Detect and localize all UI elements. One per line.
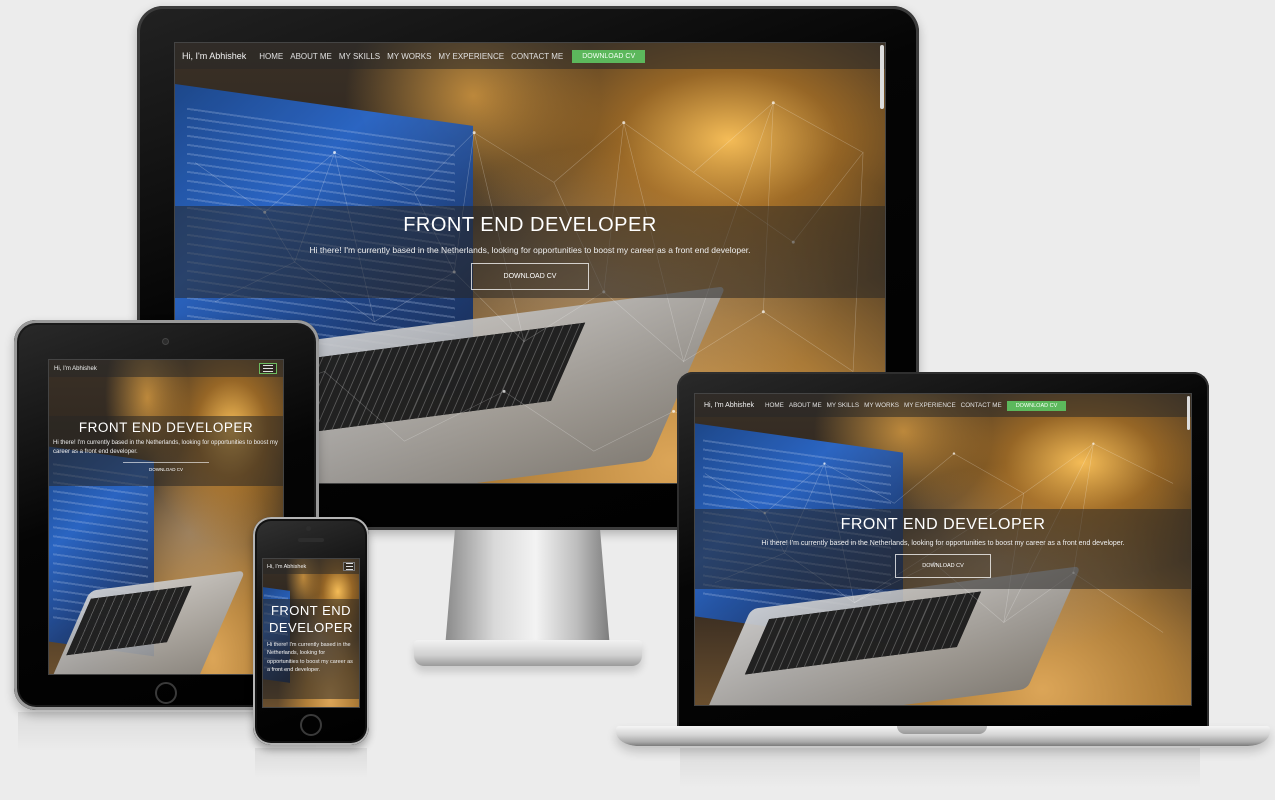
laptop-screen: Hi, I'm Abhishek HOME ABOUT ME MY SKILLS… [694, 393, 1192, 706]
hero-banner: FRONT END DEVELOPER Hi there! I'm curren… [263, 599, 359, 699]
nav-my-skills[interactable]: MY SKILLS [339, 52, 380, 61]
nav-about-me[interactable]: ABOUT ME [789, 402, 822, 409]
hero-title: FRONT END DEVELOPER [403, 214, 657, 236]
hamburger-line [263, 365, 273, 366]
hero-banner: FRONT END DEVELOPER Hi there! I'm curren… [49, 416, 283, 486]
monitor-stand [445, 530, 610, 648]
hamburger-line [345, 563, 353, 564]
tablet-camera [162, 338, 169, 345]
brand-name[interactable]: Hi, I'm Abhishek [182, 51, 246, 61]
tablet-screen: Hi, I'm Abhishek FRONT END DEVELOPER Hi … [48, 359, 284, 675]
hero-subtitle: Hi there! I'm currently based in the Net… [267, 641, 353, 674]
phone-camera [306, 526, 311, 531]
hero-download-cv-button[interactable]: DOWNLOAD CV [895, 554, 991, 578]
hamburger-line [345, 569, 353, 570]
scrollbar[interactable] [1187, 396, 1190, 430]
hero-banner: FRONT END DEVELOPER Hi there! I'm curren… [175, 206, 885, 298]
nav-download-cv-button[interactable]: DOWNLOAD CV [1006, 400, 1067, 411]
laptop-reflection [680, 748, 1200, 788]
monitor-stand-foot [414, 640, 642, 666]
laptop-notch [897, 726, 987, 734]
brand-name[interactable]: Hi, I'm Abhishek [704, 402, 754, 409]
hero-title: FRONT END DEVELOPER [840, 516, 1046, 533]
tablet-home-button [155, 682, 177, 704]
hero-banner: FRONT END DEVELOPER Hi there! I'm curren… [695, 509, 1191, 589]
hero-subtitle: Hi there! I'm currently based in the Net… [53, 440, 278, 456]
hero-title: FRONT END DEVELOPER [78, 420, 254, 435]
hamburger-line [345, 566, 353, 567]
phone-speaker [298, 538, 324, 542]
phone-screen: Hi, I'm Abhishek FRONT END DEVELOPER Hi … [262, 558, 360, 708]
navbar: Hi, I'm Abhishek HOME ABOUT ME MY SKILLS… [175, 43, 885, 69]
nav-my-skills[interactable]: MY SKILLS [827, 402, 859, 409]
nav-my-works[interactable]: MY WORKS [864, 402, 899, 409]
scrollbar[interactable] [880, 45, 884, 109]
hero-subtitle: Hi there! I'm currently based in the Net… [309, 245, 751, 255]
phone-home-button [300, 714, 322, 736]
nav-home[interactable]: HOME [765, 402, 784, 409]
hero-subtitle: Hi there! I'm currently based in the Net… [761, 540, 1125, 547]
nav-contact-me[interactable]: CONTACT ME [961, 402, 1002, 409]
hero-download-cv-button[interactable]: DOWNLOAD CV [122, 461, 209, 476]
brand-name[interactable]: Hi, I'm Abhishek [54, 366, 97, 372]
hero-title: FRONT END DEVELOPER [269, 603, 353, 635]
nav-my-experience[interactable]: MY EXPERIENCE [904, 402, 956, 409]
phone-reflection [255, 748, 367, 778]
menu-toggle-button[interactable] [259, 363, 277, 374]
nav-about-me[interactable]: ABOUT ME [290, 52, 332, 61]
menu-toggle-button[interactable] [343, 562, 355, 571]
navbar: Hi, I'm Abhishek HOME ABOUT ME MY SKILLS… [695, 394, 1191, 417]
hamburger-line [263, 368, 273, 369]
nav-my-experience[interactable]: MY EXPERIENCE [438, 52, 504, 61]
brand-name[interactable]: Hi, I'm Abhishek [267, 564, 306, 570]
hamburger-line [263, 371, 273, 372]
nav-my-works[interactable]: MY WORKS [387, 52, 431, 61]
navbar: Hi, I'm Abhishek [49, 360, 283, 377]
nav-download-cv-button[interactable]: DOWNLOAD CV [572, 49, 646, 63]
hero-download-cv-button[interactable]: DOWNLOAD CV [470, 263, 590, 290]
nav-contact-me[interactable]: CONTACT ME [511, 52, 563, 61]
nav-home[interactable]: HOME [259, 52, 283, 61]
